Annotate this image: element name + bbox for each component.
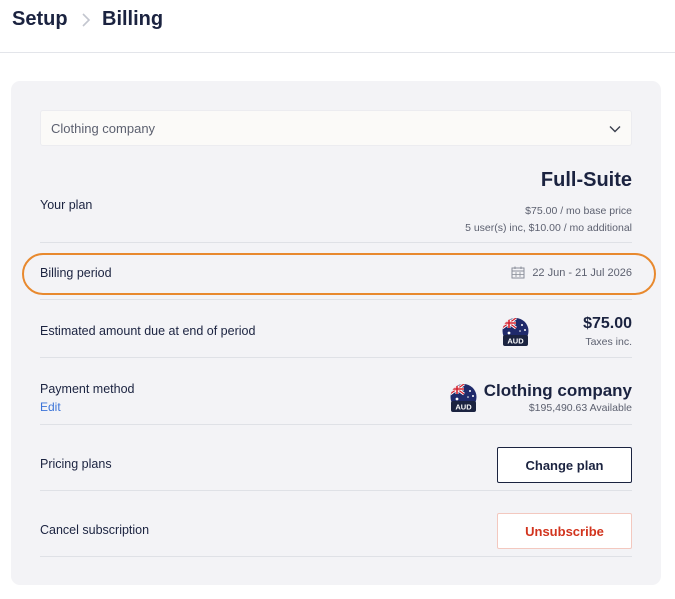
pricing-plans-row: Pricing plans Change plan — [40, 425, 632, 491]
australia-flag-icon: AUD — [450, 384, 477, 412]
australia-flag-icon: AUD — [502, 318, 529, 346]
chevron-down-icon — [609, 126, 621, 133]
change-plan-button[interactable]: Change plan — [497, 447, 632, 483]
unsubscribe-button[interactable]: Unsubscribe — [497, 513, 632, 549]
account-select-value: Clothing company — [51, 121, 156, 136]
estimated-amount-row: Estimated amount due at end of period AU… — [40, 300, 632, 358]
payment-available-balance: $195,490.63 Available — [528, 402, 632, 414]
plan-name: Full-Suite — [540, 169, 632, 191]
estimated-amount-note: Taxes inc. — [585, 336, 632, 348]
plan-row: Your plan Full-Suite $75.00 / mo base pr… — [40, 163, 632, 243]
payment-method-edit-link[interactable]: Edit — [40, 400, 61, 414]
plan-base-price: $75.00 / mo base price — [525, 205, 632, 217]
plan-label: Your plan — [40, 198, 93, 212]
cancel-subscription-row: Cancel subscription Unsubscribe — [40, 491, 632, 557]
account-select[interactable]: Clothing company — [40, 110, 632, 146]
pricing-plans-label: Pricing plans — [40, 457, 112, 471]
payment-method-row: Payment method Edit AUD Clothing company… — [40, 358, 632, 425]
plan-users-info: 5 user(s) inc, $10.00 / mo additional — [465, 222, 632, 234]
billing-period-highlight — [22, 253, 656, 295]
currency-code: AUD — [455, 403, 472, 412]
breadcrumb-billing: Billing — [102, 8, 164, 30]
cancel-subscription-label: Cancel subscription — [40, 523, 150, 537]
billing-card: Clothing company Your plan Full-Suite $7… — [11, 81, 661, 585]
currency-code: AUD — [507, 337, 524, 346]
top-bar: Setup Billing — [0, 0, 675, 53]
estimated-amount-label: Estimated amount due at end of period — [40, 324, 256, 338]
chevron-right-icon — [82, 13, 91, 27]
estimated-amount-value: $75.00 — [583, 315, 632, 332]
breadcrumb-setup[interactable]: Setup — [12, 8, 68, 31]
payment-account-name: Clothing company — [483, 381, 632, 400]
payment-method-label: Payment method — [40, 382, 135, 396]
